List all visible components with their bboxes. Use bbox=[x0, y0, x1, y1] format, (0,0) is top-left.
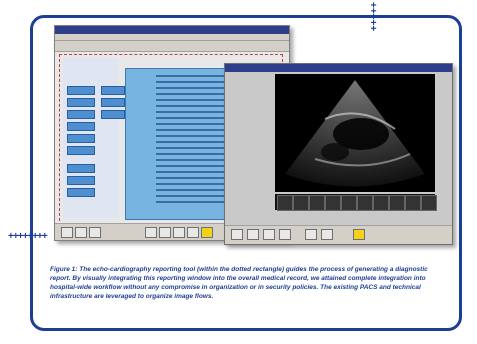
decorative-cross-left: ++++++++ bbox=[8, 231, 48, 242]
viewer-toolbar bbox=[225, 225, 452, 244]
window-menubar bbox=[55, 34, 289, 41]
figure-caption: Figure 1: The echo-cardiography reportin… bbox=[50, 266, 428, 300]
toolbar-button-icon bbox=[263, 229, 275, 240]
toolbar-button-icon bbox=[231, 229, 243, 240]
thumbnail bbox=[341, 195, 357, 211]
thumbnail bbox=[373, 195, 389, 211]
thumbnail bbox=[325, 195, 341, 211]
thumbnail bbox=[293, 195, 309, 211]
toolbar-button-icon bbox=[187, 227, 199, 238]
thumbnail bbox=[421, 195, 437, 211]
window-toolbar bbox=[55, 41, 289, 52]
toolbar-button-icon bbox=[89, 227, 101, 238]
image-thumbnail-strip bbox=[275, 194, 437, 211]
toolbar-button-icon bbox=[173, 227, 185, 238]
toolbar-button-icon bbox=[159, 227, 171, 238]
thumbnail bbox=[405, 195, 421, 211]
thumbnail bbox=[389, 195, 405, 211]
thumbnail bbox=[277, 195, 293, 211]
ultrasound-image bbox=[275, 74, 435, 192]
toolbar-button-icon bbox=[279, 229, 291, 240]
toolbar-button-icon bbox=[61, 227, 73, 238]
toolbar-button-icon bbox=[247, 229, 259, 240]
toolbar-button-icon bbox=[145, 227, 157, 238]
decorative-cross-top: +++++ bbox=[367, 2, 378, 32]
toolbar-button-icon bbox=[353, 229, 365, 240]
echocardiography-viewer-screenshot bbox=[224, 63, 453, 245]
toolbar-button-icon bbox=[201, 227, 213, 238]
window-titlebar bbox=[55, 26, 289, 34]
ultrasound-cone-icon bbox=[285, 80, 425, 187]
thumbnail bbox=[309, 195, 325, 211]
toolbar-button-icon bbox=[75, 227, 87, 238]
toolbar-button-icon bbox=[305, 229, 317, 240]
thumbnail bbox=[357, 195, 373, 211]
toolbar-button-icon bbox=[321, 229, 333, 240]
viewer-titlebar bbox=[225, 64, 452, 72]
